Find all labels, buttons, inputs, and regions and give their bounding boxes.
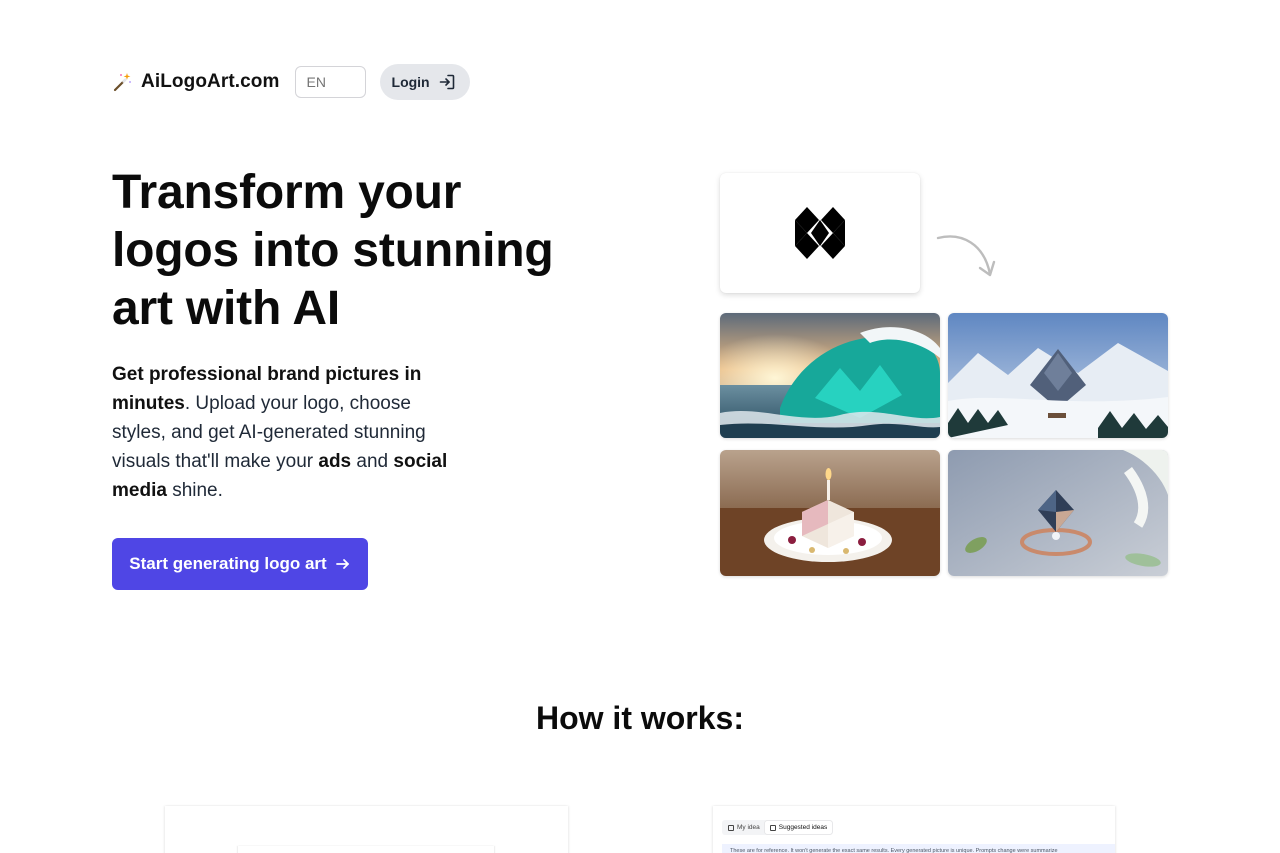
site-header: AiLogoArt.com Login	[112, 64, 470, 100]
source-logo-card	[720, 173, 920, 293]
desc-text-2: and	[351, 451, 394, 472]
arrow-right-icon	[335, 559, 349, 569]
snowy-mountain-logo-art	[948, 313, 1168, 438]
jewelry-ring-logo-art	[948, 450, 1168, 576]
desc-text-3: shine.	[166, 480, 223, 501]
idea-tabs: My idea Suggested ideas	[722, 820, 834, 835]
tab-suggested-ideas[interactable]: Suggested ideas	[764, 821, 833, 834]
start-generating-button[interactable]: Start generating logo art	[112, 538, 368, 590]
ocean-wave-logo-art	[720, 313, 940, 438]
birthday-cake-logo-art	[720, 450, 940, 576]
login-button[interactable]: Login	[379, 64, 470, 100]
reference-notice: These are for reference. It won't genera…	[722, 844, 1115, 853]
tab-suggested-ideas-label: Suggested ideas	[778, 824, 828, 831]
hero-description: Get professional brand pictures in minut…	[112, 360, 462, 505]
tab-my-idea[interactable]: My idea	[723, 821, 765, 834]
hero-title: Transform your logos into stunning art w…	[112, 166, 554, 335]
magic-wand-icon	[113, 73, 131, 92]
step-preview-right: My idea Suggested ideas These are for re…	[713, 806, 1115, 853]
tab-my-idea-label: My idea	[737, 824, 760, 831]
desc-bold-ads: ads	[318, 451, 352, 472]
step-preview-left	[165, 806, 568, 853]
brand-link[interactable]: AiLogoArt.com	[112, 71, 280, 93]
cta-label: Start generating logo art	[129, 554, 327, 573]
checkbox-icon	[769, 824, 776, 831]
language-input[interactable]	[294, 66, 366, 98]
curved-arrow-icon	[936, 235, 996, 277]
brand-name: AiLogoArt.com	[141, 71, 280, 92]
login-arrow-icon	[439, 74, 454, 90]
pencil-icon	[728, 824, 734, 831]
diamond-logo-icon	[795, 207, 845, 259]
how-it-works-title: How it works:	[535, 700, 744, 736]
login-label: Login	[391, 74, 430, 90]
step-preview-left-inner	[238, 846, 494, 853]
